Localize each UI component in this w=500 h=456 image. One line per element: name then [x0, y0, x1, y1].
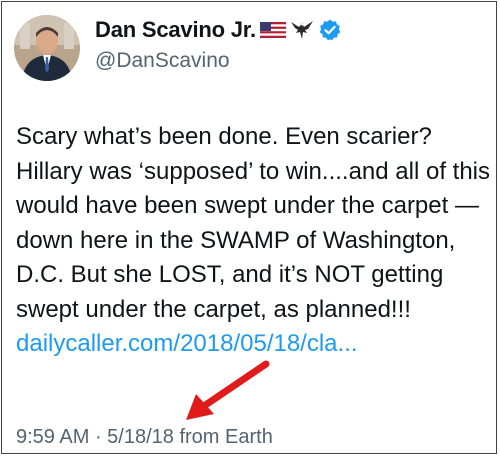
avatar[interactable] [14, 15, 80, 81]
tweet-date[interactable]: 5/18/18 [107, 426, 174, 448]
name-row: Dan Scavino Jr. [95, 17, 342, 43]
tweet-metadata: 9:59 AM · 5/18/18 from Earth [16, 426, 273, 449]
avatar-image [14, 15, 80, 81]
tweet-time[interactable]: 9:59 AM [16, 426, 89, 448]
tweet-link[interactable]: dailycaller.com/2018/05/18/cla... [16, 330, 358, 357]
eagle-icon [290, 19, 314, 41]
tweet-source: from Earth [173, 426, 273, 448]
tweet-body: Scary what’s been done. Even scarier? Hi… [16, 123, 490, 323]
tweet-card: Dan Scavino Jr. @DanScavino Scary what’s… [1, 1, 497, 454]
verified-badge-icon [318, 18, 342, 42]
us-flag-icon [259, 22, 286, 38]
red-arrow-annotation [186, 360, 270, 420]
meta-separator: · [89, 426, 108, 448]
tweet-text: Scary what’s been done. Even scarier? Hi… [16, 120, 492, 362]
display-name[interactable]: Dan Scavino Jr. [95, 17, 256, 43]
user-handle[interactable]: @DanScavino [95, 49, 230, 73]
